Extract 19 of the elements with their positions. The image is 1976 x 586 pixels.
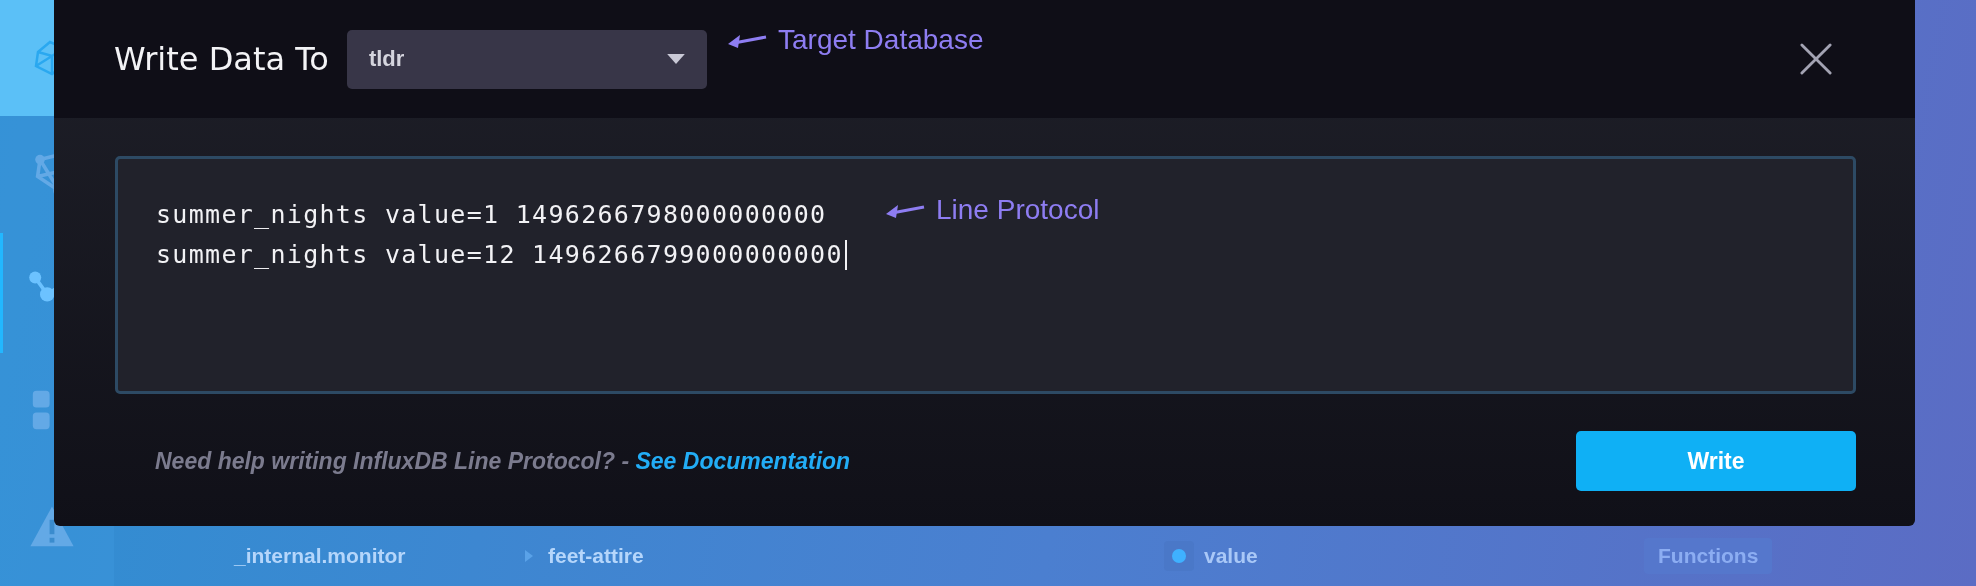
help-text: Need help writing InfluxDB Line Protocol? - See Documentation <box>155 447 851 475</box>
text-cursor <box>844 240 847 270</box>
annotation-label: Target Database <box>778 24 984 56</box>
close-icon[interactable] <box>1800 43 1832 75</box>
code-line: summer_nights value=1 1496266798000000000 <box>156 199 827 231</box>
code-line: summer_nights value=12 1496266799000000000 <box>156 239 843 271</box>
annotation-label: Line Protocol <box>936 194 1100 226</box>
caret-icon <box>524 549 534 563</box>
field-name[interactable]: value <box>1204 544 1258 568</box>
annotation-arrow <box>728 32 768 48</box>
annotation-arrow <box>886 202 926 218</box>
database-dropdown[interactable]: tldr <box>346 29 707 89</box>
database-name[interactable]: _internal.monitor <box>234 544 524 568</box>
write-button[interactable]: Write <box>1576 431 1856 491</box>
caret-icon <box>666 53 685 65</box>
measurement-name[interactable]: feet-attire <box>548 544 644 568</box>
field-toggle[interactable] <box>1164 541 1194 571</box>
documentation-link[interactable]: See Documentation <box>635 447 851 474</box>
dialog-title: Write Data To <box>114 40 329 78</box>
